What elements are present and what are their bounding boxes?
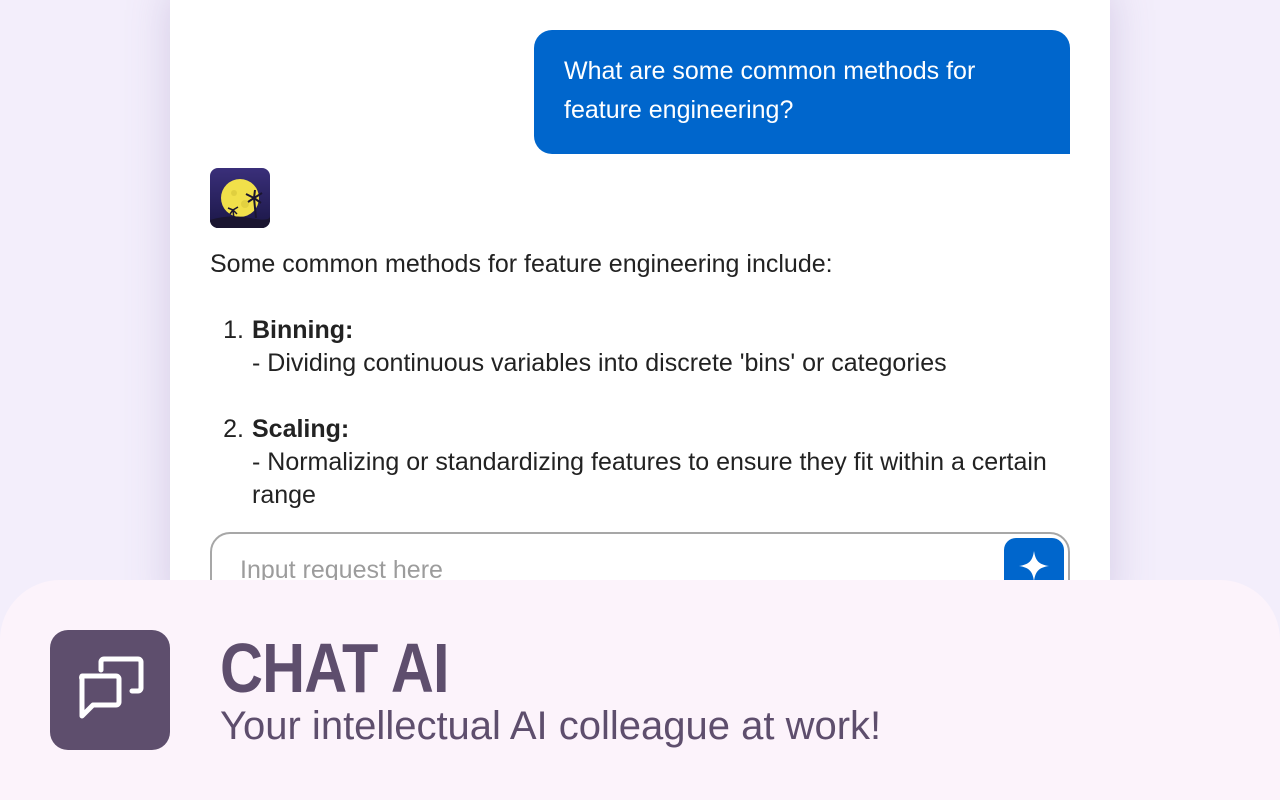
item-title: Binning:: [252, 316, 354, 344]
app-logo: [50, 630, 170, 750]
promo-banner: CHAT AI Your intellectual AI colleague a…: [0, 580, 1280, 800]
user-message-bubble: What are some common methods for feature…: [534, 30, 1070, 154]
bot-answer: Some common methods for feature engineer…: [210, 248, 1080, 545]
app-title: CHAT AI: [220, 629, 450, 707]
moon-palm-tree-avatar-icon: [210, 168, 270, 228]
item-number: 2.: [223, 415, 244, 443]
item-text: - Normalizing or standardizing features …: [252, 448, 1047, 509]
screen: What are some common methods for feature…: [0, 0, 1280, 800]
list-item: 2. Scaling: - Normalizing or standardizi…: [210, 413, 1080, 512]
item-text: - Dividing continuous variables into dis…: [252, 349, 947, 377]
item-title: Scaling:: [252, 415, 350, 443]
chat-panel: What are some common methods for feature…: [170, 0, 1110, 622]
item-body: Binning: - Dividing continuous variables…: [252, 314, 1080, 380]
app-tagline: Your intellectual AI colleague at work!: [220, 704, 882, 748]
chat-bubbles-icon: [75, 656, 145, 725]
answer-list: 1. Binning: - Dividing continuous variab…: [210, 314, 1080, 512]
item-number: 1.: [223, 316, 244, 344]
list-item: 1. Binning: - Dividing continuous variab…: [210, 314, 1080, 380]
item-body: Scaling: - Normalizing or standardizing …: [252, 413, 1080, 512]
answer-intro: Some common methods for feature engineer…: [210, 250, 833, 278]
